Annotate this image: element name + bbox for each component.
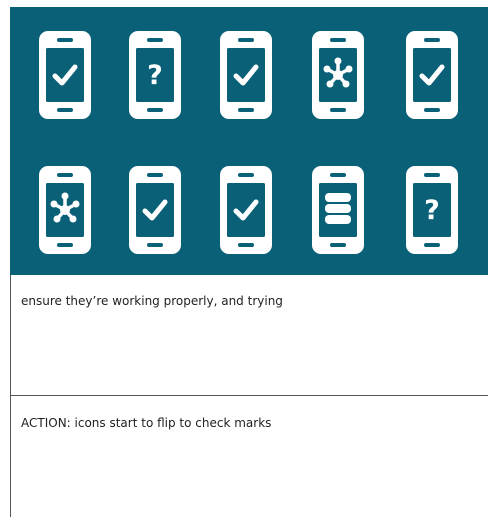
phone-network-icon (39, 166, 91, 254)
phone-network-icon (312, 31, 364, 119)
svg-text:?: ? (147, 60, 163, 91)
phone-check-icon (220, 166, 272, 254)
action-panel: ACTION: icons start to flip to check mar… (10, 396, 488, 517)
phone-row-top: ? (10, 31, 488, 131)
caption-panel: ensure they’re working properly, and try… (10, 275, 488, 396)
phone-question-icon: ? (129, 31, 181, 119)
illustration-panel: ? ? (10, 7, 488, 275)
phone-check-icon (220, 31, 272, 119)
caption-text: ensure they’re working properly, and try… (21, 294, 283, 308)
phone-question-icon: ? (406, 166, 458, 254)
phone-check-icon (406, 31, 458, 119)
svg-text:?: ? (424, 195, 440, 226)
storyboard-frame: ? ? ensure they’re working properly, and… (0, 0, 488, 517)
action-text: ACTION: icons start to flip to check mar… (21, 416, 272, 430)
phone-check-icon (39, 31, 91, 119)
phone-row-bottom: ? (10, 166, 488, 266)
phone-check-icon (129, 166, 181, 254)
phone-database-icon (312, 166, 364, 254)
